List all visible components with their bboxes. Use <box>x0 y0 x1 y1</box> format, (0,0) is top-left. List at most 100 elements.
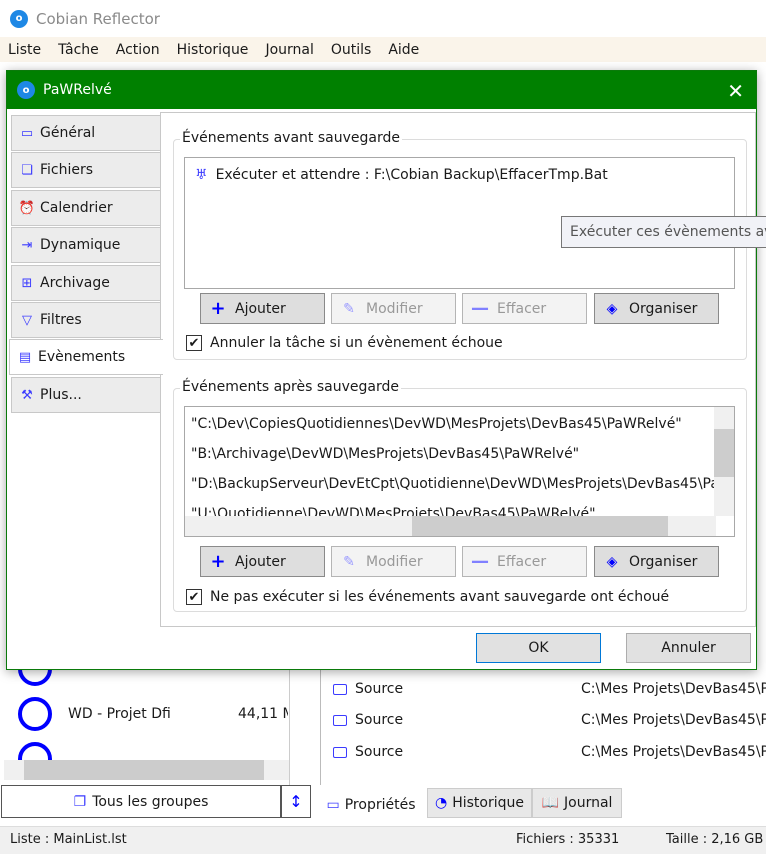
add-button[interactable]: + Ajouter <box>200 293 325 324</box>
hammer-icon: ⚒ <box>21 387 33 403</box>
layers-icon: ◈ <box>606 553 618 570</box>
tab-journal[interactable]: 📖 Journal <box>532 788 622 818</box>
tab-archivage[interactable]: ⊞ Archivage <box>11 265 161 301</box>
sort-toggle-button[interactable]: ↕ <box>281 785 311 818</box>
folder-icon <box>333 714 347 726</box>
after-events-list[interactable]: "C:\Dev\CopiesQuotidiennes\DevWD\MesProj… <box>184 406 735 537</box>
button-label: Organiser <box>629 300 698 317</box>
menu-outils[interactable]: Outils <box>323 42 380 58</box>
groups-icon: ❐ <box>73 793 87 810</box>
menu-historique[interactable]: Historique <box>169 42 258 58</box>
menu-bar: Liste Tâche Action Historique Journal Ou… <box>0 37 766 62</box>
status-size: Taille : 2,16 GB <box>666 832 764 847</box>
edit-button[interactable]: ✎ Modifier <box>331 293 456 324</box>
tab-label: Fichiers <box>40 162 94 178</box>
add-button[interactable]: + Ajouter <box>200 546 325 577</box>
dialog-title-bar: o PaWRelvé ✕ <box>7 71 756 109</box>
pencil-icon: ✎ <box>343 300 355 317</box>
tab-label: Calendrier <box>40 200 113 216</box>
row-label: Source <box>355 712 404 728</box>
list-item[interactable]: "B:\Archivage\DevWD\MesProjets\DevBas45\… <box>191 446 579 462</box>
menu-action[interactable]: Action <box>108 42 169 58</box>
folder-icon <box>333 746 347 758</box>
events-panel: Événements avant sauvegarde ♅ Exécuter et… <box>160 112 756 627</box>
ok-button[interactable]: OK <box>476 633 601 663</box>
vertical-scrollbar[interactable] <box>714 407 734 516</box>
status-bar: Liste : MainList.lst Fichiers : 35331 Ta… <box>0 826 766 854</box>
list-item[interactable]: Source <box>333 681 403 697</box>
list-item[interactable]: Source <box>333 712 403 728</box>
alarm-clock-icon <box>18 697 52 731</box>
tab-historique[interactable]: ◔ Historique <box>427 788 532 818</box>
list-item[interactable]: Source <box>333 744 403 760</box>
app-title-bar: o Cobian Reflector <box>0 0 766 37</box>
menu-aide[interactable]: Aide <box>380 42 428 58</box>
group-title: Événements avant sauvegarde <box>180 130 402 146</box>
tab-label: Plus... <box>40 387 82 403</box>
button-label: Modifier <box>366 553 423 570</box>
tab-label: Général <box>40 125 96 141</box>
plus-icon: + <box>210 551 226 572</box>
organize-button[interactable]: ◈ Organiser <box>594 546 719 577</box>
cancel-button[interactable]: Annuler <box>626 633 751 663</box>
checkbox-checked[interactable]: ✔ <box>186 335 202 351</box>
close-icon[interactable]: ✕ <box>727 79 744 103</box>
tab-proprietes[interactable]: ▭ Propriétés <box>316 788 426 821</box>
status-list: Liste : MainList.lst <box>10 832 127 847</box>
minus-icon: — <box>471 298 489 319</box>
edit-button[interactable]: ✎ Modifier <box>331 546 456 577</box>
cancel-on-fail-checkbox[interactable]: ✔ Annuler la tâche si un évènement échoue <box>186 335 503 351</box>
list-item[interactable]: "C:\Dev\CopiesQuotidiennes\DevWD\MesProj… <box>191 416 682 432</box>
monitor-icon: ▭ <box>20 125 34 141</box>
tab-general[interactable]: ▭ Général <box>11 115 161 151</box>
task-dialog: o PaWRelvé ✕ ▭ Général ❏ Fichiers ⏰ Calendrie… <box>6 70 757 670</box>
tab-dynamique[interactable]: ⇥ Dynamique <box>11 227 161 263</box>
organize-button[interactable]: ◈ Organiser <box>594 293 719 324</box>
tab-plus[interactable]: ⚒ Plus... <box>11 377 161 413</box>
row-path: C:\Mes Projets\DevBas45\PA <box>581 712 766 728</box>
tab-evenements[interactable]: ▤ Evènements <box>9 339 163 375</box>
tab-label: Historique <box>452 795 524 811</box>
tab-calendrier[interactable]: ⏰ Calendrier <box>11 190 161 226</box>
list-item[interactable]: ♅ Exécuter et attendre : F:\Cobian Backup… <box>195 167 608 183</box>
tab-label: Evènements <box>38 349 126 365</box>
menu-tache[interactable]: Tâche <box>50 42 108 58</box>
delete-button[interactable]: — Effacer <box>462 546 587 577</box>
pencil-icon: ✎ <box>343 553 355 570</box>
layers-icon: ◈ <box>606 300 618 317</box>
filter-icon: ▽ <box>22 312 32 328</box>
calendar-icon: ▤ <box>18 349 32 365</box>
button-label: Effacer <box>497 553 547 570</box>
menu-journal[interactable]: Journal <box>257 42 322 58</box>
dialog-title: PaWRelvé <box>43 82 112 98</box>
row-path: C:\Mes Projets\DevBas45\PA <box>581 681 766 697</box>
button-label: Ajouter <box>235 300 286 317</box>
tab-filtres[interactable]: ▽ Filtres <box>11 302 161 338</box>
app-logo-icon: o <box>17 81 35 99</box>
horizontal-scrollbar[interactable] <box>185 516 716 536</box>
event-text: Exécuter et attendre : F:\Cobian Backup\… <box>215 167 608 183</box>
skip-if-before-failed-checkbox[interactable]: ✔ Ne pas exécuter si les événements avant… <box>186 589 669 605</box>
button-label: Modifier <box>366 300 423 317</box>
row-path: C:\Mes Projets\DevBas45\PA <box>581 744 766 760</box>
horizontal-scrollbar[interactable] <box>4 760 289 780</box>
checkbox-label: Annuler la tâche si un évènement échoue <box>210 335 503 351</box>
all-groups-button[interactable]: ❐ Tous les groupes <box>1 785 281 818</box>
tab-label: Filtres <box>40 312 82 328</box>
tab-fichiers[interactable]: ❏ Fichiers <box>11 152 161 188</box>
archive-box-icon: ⊞ <box>21 275 33 291</box>
after-backup-group: Événements après sauvegarde "C:\Dev\Copi… <box>173 379 747 612</box>
menu-liste[interactable]: Liste <box>0 42 50 58</box>
checkbox-label: Ne pas exécuter si les événements avant … <box>210 589 670 605</box>
checkbox-checked[interactable]: ✔ <box>186 589 202 605</box>
before-backup-group: Événements avant sauvegarde ♅ Exécuter et… <box>173 130 747 360</box>
task-name[interactable]: WD - Projet Dfi <box>68 706 171 722</box>
tab-label: Propriétés <box>344 796 416 813</box>
alarm-clock-icon: ⏰ <box>18 200 36 216</box>
row-label: Source <box>355 744 404 760</box>
delete-button[interactable]: — Effacer <box>462 293 587 324</box>
task-list: WD - Projet Dfi 44,11 M <box>0 652 290 785</box>
list-item[interactable]: "D:\BackupServeur\DevEtCpt\Quotidienne\D… <box>191 476 716 492</box>
monitor-icon: ▭ <box>326 796 340 813</box>
folder-icon <box>333 683 347 695</box>
